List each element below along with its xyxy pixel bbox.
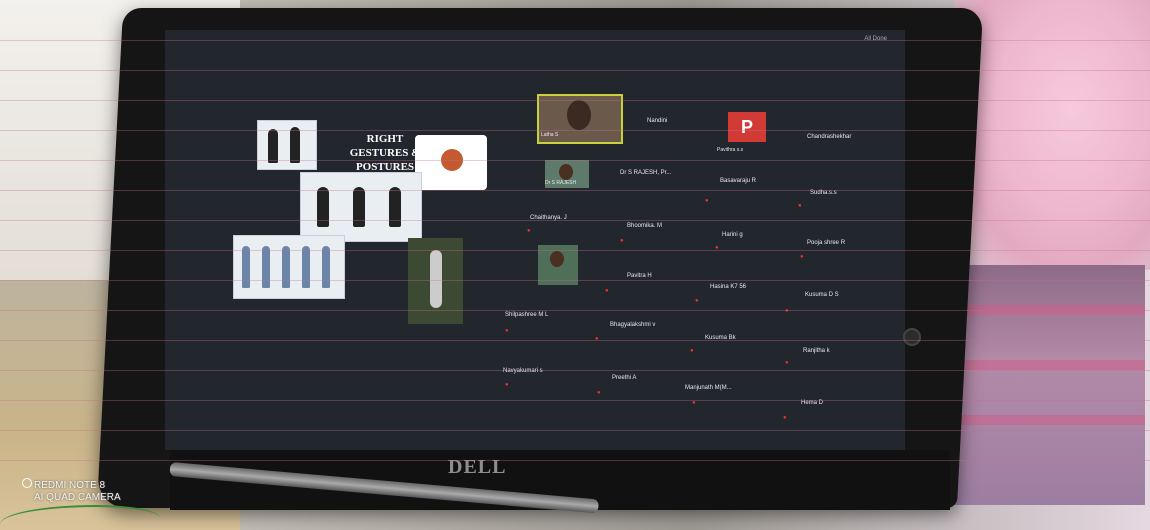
meeting-corner-label[interactable]: All Done xyxy=(864,36,887,42)
mic-muted-icon: ● xyxy=(695,298,699,304)
participant-name: Pavithra s.s xyxy=(717,147,744,153)
slide-image-handshake xyxy=(415,135,487,190)
mic-muted-icon: ● xyxy=(800,254,804,260)
slide-image-standing-postures xyxy=(233,235,345,299)
photo-scene: All Done RIGHT GESTURES & POSTURES Latha… xyxy=(0,0,1150,530)
mic-muted-icon: ● xyxy=(620,238,624,244)
mic-muted-icon: ● xyxy=(605,288,609,294)
participant-name: Dr S RAJESH xyxy=(545,180,577,186)
participant-name: Chandrashekhar xyxy=(807,134,852,140)
mic-muted-icon: ● xyxy=(527,228,531,234)
participant-video-active-speaker[interactable]: Latha S xyxy=(537,94,623,144)
participant-video[interactable]: Dr S RAJESH xyxy=(545,160,589,188)
camera-watermark: REDMI NOTE 8 AI QUAD CAMERA xyxy=(22,478,121,504)
mic-muted-icon: ● xyxy=(785,360,789,366)
participant-name: Dr S RAJESH, Pr... xyxy=(620,170,672,176)
power-button[interactable] xyxy=(903,328,921,346)
participant-name: Kusuma D S xyxy=(805,292,839,298)
participant-name: Latha S xyxy=(541,132,559,138)
participant-name: Shilpashree M L xyxy=(505,312,549,318)
participant-name: Harini g xyxy=(722,232,743,238)
participant-name: Preethi A xyxy=(612,375,637,381)
mic-muted-icon: ● xyxy=(505,382,509,388)
participant-name: Bhoomika. M xyxy=(627,223,663,229)
mic-muted-icon: ● xyxy=(597,390,601,396)
slide-image-sitting-postures xyxy=(300,172,422,242)
participant-avatar[interactable]: P xyxy=(728,112,766,142)
slide-image-standing-pair xyxy=(257,120,317,170)
participant-name: Nandini xyxy=(647,118,668,124)
mic-muted-icon: ● xyxy=(595,336,599,342)
participant-name: Hasina K7 56 xyxy=(710,284,747,290)
participant-name: Manjunath M(M... xyxy=(685,385,732,391)
mic-muted-icon: ● xyxy=(705,198,709,204)
participant-name: Pooja shree R xyxy=(807,240,846,246)
participant-name: Bhagyalakshmi v xyxy=(610,322,656,328)
participant-name: Ranjitha k xyxy=(803,348,830,354)
laptop-screen: All Done RIGHT GESTURES & POSTURES Latha… xyxy=(165,30,905,450)
participant-video[interactable] xyxy=(538,245,578,285)
mic-muted-icon: ● xyxy=(798,203,802,209)
mic-muted-icon: ● xyxy=(505,328,509,334)
mic-muted-icon: ● xyxy=(690,348,694,354)
participant-name: Navyakumari s xyxy=(503,368,543,374)
participant-name: Pavitra H xyxy=(627,273,652,279)
mic-muted-icon: ● xyxy=(785,308,789,314)
participant-name: Basavaraju R xyxy=(720,178,757,184)
mic-muted-icon: ● xyxy=(783,415,787,421)
shared-slide: RIGHT GESTURES & POSTURES xyxy=(225,110,505,350)
